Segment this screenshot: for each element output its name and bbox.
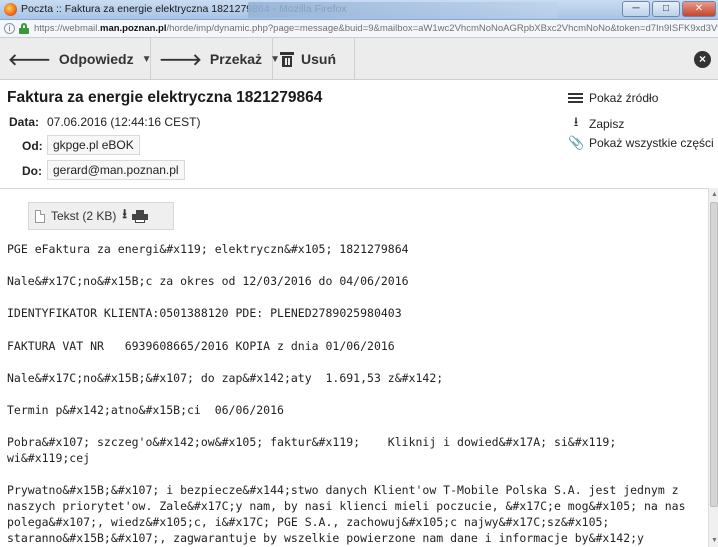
date-value: 07.06.2016 (12:44:16 CEST) — [47, 115, 201, 129]
scrollbar-thumb[interactable] — [710, 202, 718, 507]
body-line: Nale&#x17C;no&#x15B;c za okres od 12/03/… — [7, 274, 409, 288]
save-link[interactable]: ⭳ Zapisz — [568, 113, 625, 135]
background-tabs — [248, 2, 558, 18]
reply-label: Odpowiedz — [58, 51, 134, 67]
to-address[interactable]: gerard@man.poznan.pl — [47, 160, 185, 180]
close-message-button[interactable]: × — [694, 51, 711, 68]
minimize-button[interactable]: ─ — [622, 1, 650, 17]
address-bar[interactable]: i https://webmail.man.poznan.pl/horde/im… — [0, 20, 718, 38]
url-domain: man.poznan.pl — [100, 23, 167, 34]
body-line: PGE eFaktura za energi&#x119; elektryczn… — [7, 242, 409, 256]
delete-button[interactable]: Usuń — [273, 38, 355, 80]
arrow-left-icon: 🡐 — [8, 51, 51, 69]
from-address[interactable]: gkpge.pl eBOK — [47, 135, 140, 155]
chevron-down-icon[interactable]: ▼ — [142, 54, 152, 65]
delete-label: Usuń — [301, 51, 336, 67]
show-source-link[interactable]: Pokaż źródło — [568, 91, 658, 105]
download-icon[interactable]: ⭳ — [122, 205, 127, 227]
printer-icon[interactable] — [131, 209, 148, 223]
maximize-button[interactable]: □ — [652, 1, 680, 17]
show-all-parts-label: Pokaż wszystkie części — [589, 136, 714, 150]
vertical-scrollbar[interactable]: ▲ ▼ — [708, 188, 718, 547]
reply-button[interactable]: 🡐 Odpowiedz ▼ — [0, 38, 151, 80]
window-close-button[interactable]: ✕ — [682, 1, 716, 17]
firefox-icon — [4, 3, 17, 16]
body-paragraph: Prywatno&#x15B;&#x107; i bezpiecze&#x144… — [7, 483, 686, 545]
lock-icon[interactable] — [19, 23, 29, 34]
url-path: /horde/imp/dynamic.php?page=message&buid… — [166, 23, 718, 34]
message-subject: Faktura za energie elektryczna 182127986… — [7, 89, 323, 106]
paperclip-icon: 📎 — [568, 135, 585, 150]
scroll-up-icon[interactable]: ▲ — [711, 191, 718, 198]
header-divider — [0, 188, 708, 189]
message-toolbar: 🡐 Odpowiedz ▼ 🡒 Przekaż ▼ Usuń × — [0, 38, 718, 80]
show-all-parts-link[interactable]: 📎 Pokaż wszystkie części — [568, 135, 714, 151]
info-icon[interactable]: i — [4, 23, 15, 34]
url-text[interactable]: https://webmail.man.poznan.pl/horde/imp/… — [34, 23, 718, 34]
forward-button[interactable]: 🡒 Przekaż ▼ — [151, 38, 280, 80]
text-attachment: Tekst (2 KB) ⭳ — [28, 202, 174, 230]
from-label: Od: — [22, 139, 43, 153]
scroll-down-icon[interactable]: ▼ — [711, 537, 718, 544]
body-line: FAKTURA VAT NR 6939608665/2016 KOPIA z d… — [7, 339, 395, 353]
date-label: Data: — [9, 115, 40, 129]
show-source-label: Pokaż źródło — [589, 91, 659, 105]
body-line: Nale&#x17C;no&#x15B;&#x107; do zap&#x142… — [7, 371, 444, 385]
url-prefix: https://webmail. — [34, 23, 100, 34]
body-line: Termin p&#x142;atno&#x15B;ci 06/06/2016 — [7, 403, 284, 417]
list-icon — [568, 92, 583, 104]
window-titlebar: Poczta :: Faktura za energie elektryczna… — [0, 0, 718, 20]
document-icon — [35, 209, 45, 223]
arrow-right-icon: 🡒 — [159, 51, 202, 69]
trash-icon — [280, 51, 294, 67]
attachment-label[interactable]: Tekst (2 KB) — [51, 209, 116, 223]
body-paragraph: Pobra&#x107; szczeg'o&#x142;ow&#x105; fa… — [7, 435, 617, 465]
download-icon: ⭳ — [573, 114, 579, 129]
save-label: Zapisz — [589, 117, 625, 131]
to-label: Do: — [22, 164, 42, 178]
body-line: IDENTYFIKATOR KLIENTA:0501388120 PDE: PL… — [7, 306, 402, 320]
forward-label: Przekaż — [209, 51, 263, 67]
